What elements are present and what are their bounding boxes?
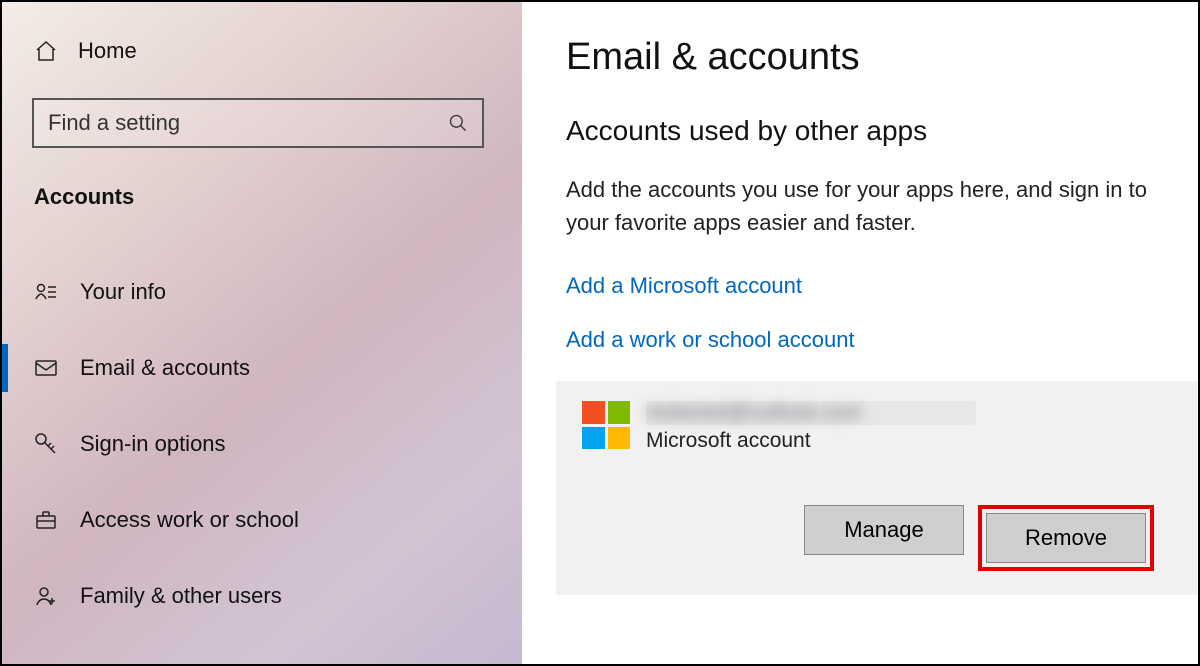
search-input[interactable] — [32, 98, 484, 148]
sidebar-item-label: Your info — [80, 279, 166, 305]
section-title: Accounts used by other apps — [566, 115, 1154, 147]
add-work-school-account-link[interactable]: Add a work or school account — [566, 327, 1154, 353]
sidebar-item-label: Access work or school — [80, 507, 299, 533]
key-icon — [34, 432, 58, 456]
remove-button[interactable]: Remove — [986, 513, 1146, 563]
section-header: Accounts — [34, 184, 492, 210]
sidebar-item-access-work-school[interactable]: Access work or school — [32, 492, 492, 548]
mail-icon — [34, 356, 58, 380]
manage-button[interactable]: Manage — [804, 505, 964, 555]
sidebar-item-label: Sign-in options — [80, 431, 226, 457]
microsoft-logo-icon — [582, 401, 630, 449]
search-icon — [448, 113, 468, 133]
briefcase-icon — [34, 508, 58, 532]
main-content: Email & accounts Accounts used by other … — [522, 2, 1198, 664]
sidebar-item-your-info[interactable]: Your info — [32, 264, 492, 320]
person-card-icon — [34, 280, 58, 304]
page-title: Email & accounts — [566, 36, 1154, 79]
account-card[interactable]: redacted@outlook.com Microsoft account M… — [556, 381, 1198, 595]
home-icon — [34, 39, 58, 63]
section-description: Add the accounts you use for your apps h… — [566, 173, 1154, 239]
home-label: Home — [78, 38, 137, 64]
settings-sidebar: Home Accounts Your info Email & accounts… — [2, 2, 522, 664]
add-microsoft-account-link[interactable]: Add a Microsoft account — [566, 273, 1154, 299]
account-email: redacted@outlook.com — [646, 401, 976, 425]
sidebar-item-email-accounts[interactable]: Email & accounts — [32, 340, 492, 396]
sidebar-item-family-other-users[interactable]: Family & other users — [32, 568, 492, 624]
remove-highlight: Remove — [978, 505, 1154, 571]
sidebar-item-label: Email & accounts — [80, 355, 250, 381]
account-type: Microsoft account — [646, 429, 976, 453]
sidebar-item-sign-in-options[interactable]: Sign-in options — [32, 416, 492, 472]
home-nav[interactable]: Home — [34, 38, 492, 64]
person-add-icon — [34, 584, 58, 608]
sidebar-item-label: Family & other users — [80, 583, 282, 609]
search-field[interactable] — [48, 110, 448, 136]
